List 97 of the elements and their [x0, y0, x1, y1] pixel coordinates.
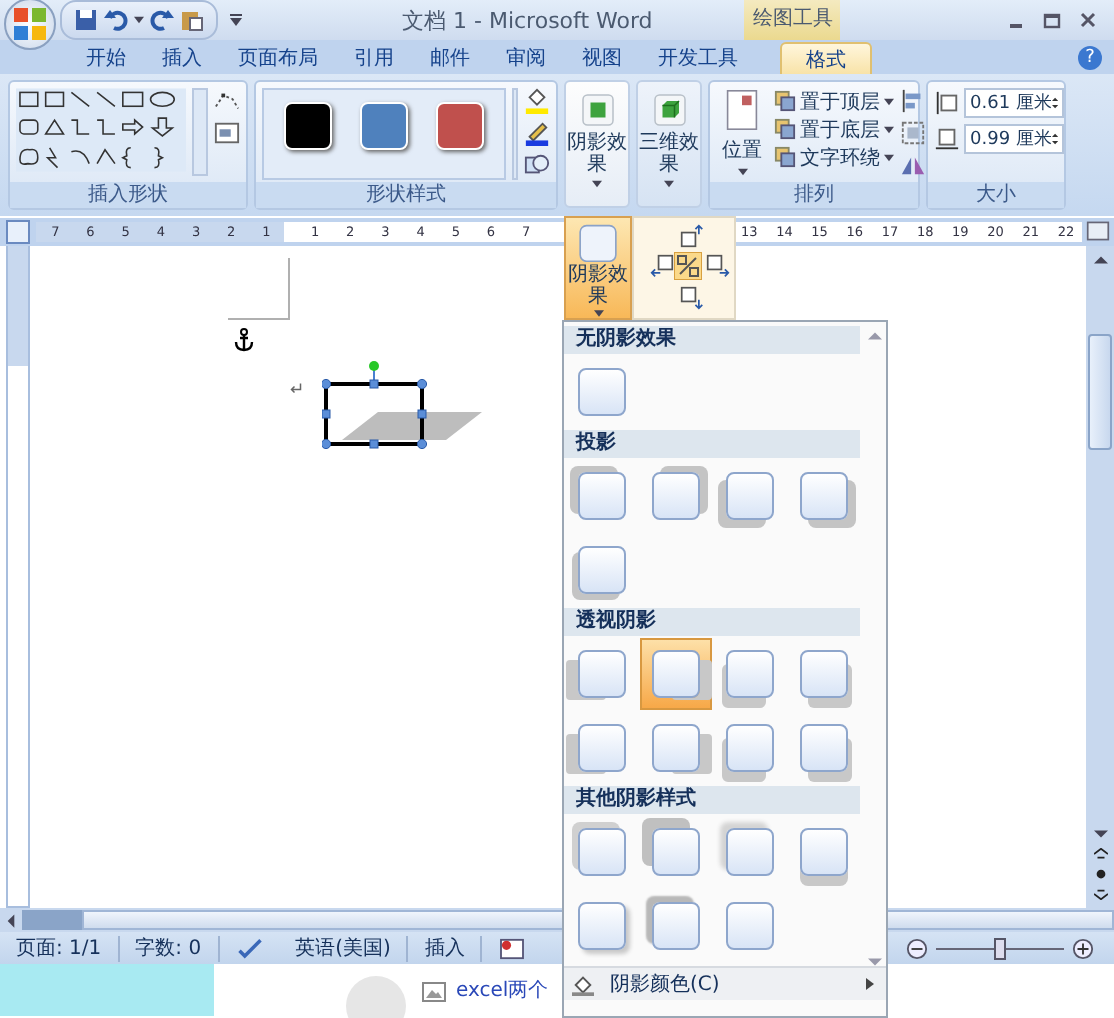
- ribbon-tab[interactable]: 页面布局: [220, 42, 336, 74]
- group-label: 形状样式: [256, 182, 556, 208]
- change-shape-icon[interactable]: [524, 152, 550, 178]
- nudge-down-icon[interactable]: [680, 286, 704, 310]
- group-label: 插入形状: [10, 182, 246, 208]
- caret-icon: [664, 180, 674, 188]
- insert-mode[interactable]: 插入: [408, 935, 483, 961]
- shadow-toggle-icon[interactable]: [674, 252, 702, 280]
- caret-icon: [592, 180, 602, 188]
- caret-icon: [884, 97, 894, 105]
- height-icon: [934, 90, 960, 116]
- section-header: 无阴影效果: [564, 326, 860, 354]
- layer-icon: [774, 118, 796, 140]
- zoom-out-icon[interactable]: [906, 937, 928, 959]
- ribbon-tab[interactable]: 开发工具: [640, 42, 756, 74]
- ribbon-tab[interactable]: 审阅: [488, 42, 564, 74]
- close-icon[interactable]: [1078, 10, 1098, 30]
- height-field[interactable]: 0.61 厘米: [964, 88, 1064, 118]
- edit-points-icon[interactable]: [214, 88, 240, 114]
- style-swatch[interactable]: [284, 102, 332, 150]
- shadow-color-item[interactable]: 阴影颜色(C): [564, 966, 886, 1000]
- spell-check-icon[interactable]: [235, 937, 264, 959]
- scroll-up-icon[interactable]: [1093, 254, 1107, 266]
- maximize-icon[interactable]: [1042, 10, 1062, 30]
- pen-outline-icon[interactable]: [524, 120, 550, 146]
- macro-record-icon[interactable]: [498, 937, 527, 959]
- group-label: 大小: [928, 182, 1064, 208]
- align-icon[interactable]: [900, 88, 926, 114]
- paint-bucket-icon: [572, 973, 594, 995]
- width-icon: [934, 126, 960, 152]
- group-label: 排列: [710, 182, 918, 208]
- section-header: 其他阴影样式: [564, 786, 860, 814]
- vertical-scrollbar[interactable]: [1086, 246, 1114, 908]
- ribbon-tab[interactable]: 插入: [144, 42, 220, 74]
- nudge-left-icon[interactable]: [650, 254, 674, 278]
- clipboard-icon[interactable]: [180, 8, 204, 32]
- ribbon-tab[interactable]: 视图: [564, 42, 640, 74]
- arrange-button[interactable]: 置于底层: [774, 116, 894, 142]
- submenu-arrow-icon: [866, 978, 874, 990]
- word-count[interactable]: 字数: 0: [119, 935, 220, 961]
- fill-bucket-icon[interactable]: [524, 88, 550, 114]
- position-button[interactable]: 位置: [716, 88, 768, 176]
- ribbon-tab[interactable]: 格式: [780, 42, 872, 74]
- article-link[interactable]: excel两个: [456, 976, 549, 1004]
- office-button[interactable]: [4, 0, 56, 50]
- cube-icon: [651, 92, 687, 128]
- text-box-icon[interactable]: [214, 120, 240, 146]
- shadow-square-icon: [576, 224, 620, 263]
- slider-thumb[interactable]: [994, 937, 1006, 959]
- section-header: 投影: [564, 430, 860, 458]
- nudge-up-icon[interactable]: [680, 224, 704, 248]
- caret-icon: [884, 125, 894, 133]
- shape-gallery-drawing[interactable]: [16, 88, 187, 172]
- window-title: 文档 1 - Microsoft Word: [402, 5, 653, 35]
- language-status[interactable]: 英语(美国): [279, 935, 409, 961]
- layer-icon: [774, 90, 796, 112]
- context-tab-label: 绘图工具: [744, 0, 841, 40]
- shadow-cube-icon: [579, 92, 615, 128]
- save-icon[interactable]: [74, 8, 98, 32]
- browse-object-icon[interactable]: [1093, 868, 1107, 880]
- dropdown-arrow-icon[interactable]: [134, 16, 144, 24]
- avatar-placeholder: [346, 976, 406, 1018]
- scroll-down-icon[interactable]: [1093, 828, 1107, 840]
- caret-icon: [884, 153, 894, 161]
- ribbon-tab[interactable]: 邮件: [412, 42, 488, 74]
- shadow-effects-button[interactable]: 阴影效果: [564, 80, 630, 208]
- view-ruler-icon[interactable]: [1086, 220, 1110, 242]
- style-swatch[interactable]: [436, 102, 484, 150]
- scroll-left-icon[interactable]: [6, 913, 16, 927]
- section-header: 透视阴影: [564, 608, 860, 636]
- page-count[interactable]: 页面: 1/1: [0, 935, 120, 961]
- ribbon-tab[interactable]: 引用: [336, 42, 412, 74]
- help-button[interactable]: ?: [1078, 45, 1102, 69]
- anchor-icon: [232, 328, 256, 352]
- arrange-button[interactable]: 文字环绕: [774, 144, 894, 170]
- paragraph-mark-icon: [290, 382, 302, 394]
- ribbon-tab[interactable]: 开始: [68, 42, 144, 74]
- zoom-in-icon[interactable]: [1072, 937, 1094, 959]
- group-icon[interactable]: [900, 120, 926, 146]
- nudge-right-icon[interactable]: [706, 254, 730, 278]
- previous-page-icon[interactable]: [1093, 848, 1107, 860]
- next-page-icon[interactable]: [1093, 888, 1107, 900]
- redo-icon[interactable]: [150, 8, 174, 32]
- customize-arrow-icon[interactable]: [230, 14, 242, 26]
- arrange-button[interactable]: 置于顶层: [774, 88, 894, 114]
- shadow-effects-button[interactable]: 阴影效果: [564, 216, 632, 320]
- width-field[interactable]: 0.99 厘米: [964, 124, 1064, 154]
- layer-icon: [774, 146, 796, 168]
- 3d-effects-button[interactable]: 三维效果: [636, 80, 702, 208]
- tab-selector[interactable]: [6, 220, 30, 244]
- page-position-icon: [726, 88, 758, 132]
- style-swatch[interactable]: [360, 102, 408, 150]
- caret-icon: [737, 168, 747, 176]
- image-icon: [422, 982, 446, 1002]
- undo-icon[interactable]: [104, 8, 128, 32]
- scroll-thumb[interactable]: [1088, 334, 1112, 450]
- page-corner-mark: [228, 258, 290, 320]
